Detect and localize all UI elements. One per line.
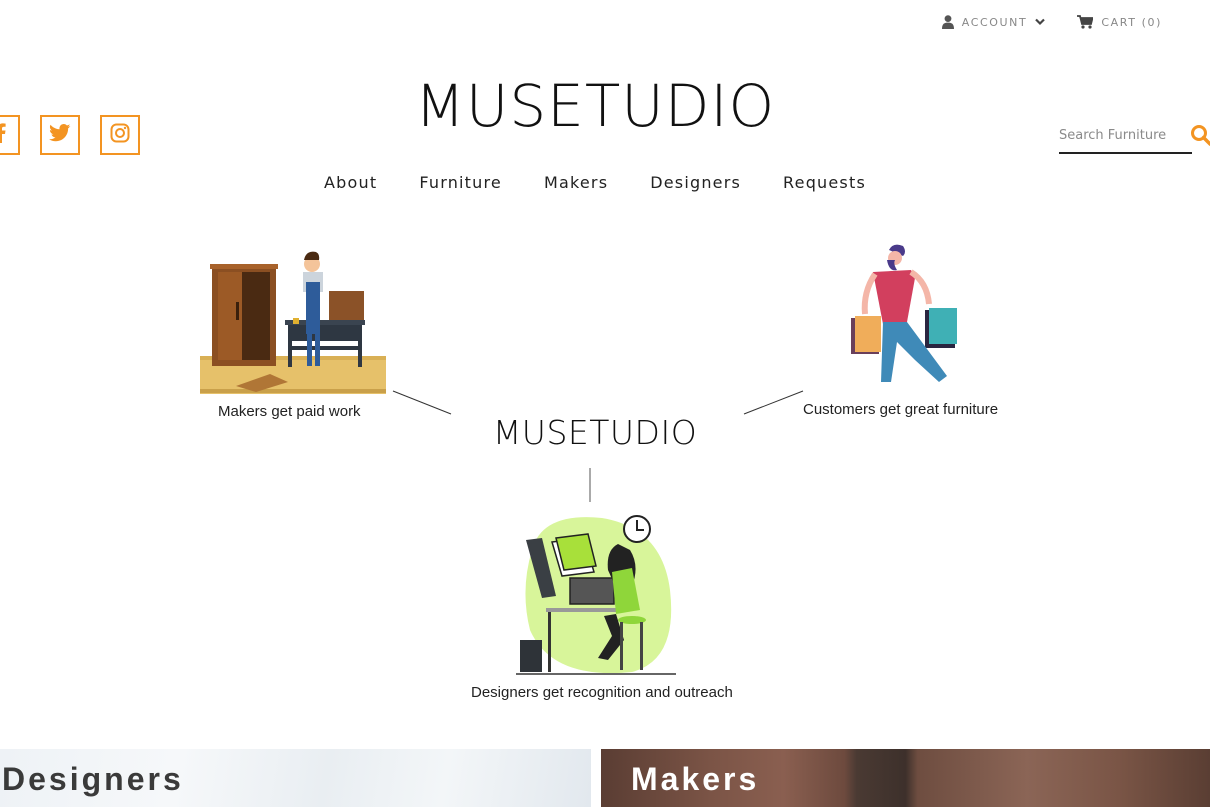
makers-banner[interactable]: Makers — [601, 749, 1210, 807]
user-icon — [941, 15, 954, 29]
chevron-down-icon — [1035, 18, 1046, 26]
search-input[interactable] — [1059, 118, 1179, 150]
connector-customers — [743, 390, 804, 415]
nav-item-designers[interactable]: Designers — [650, 173, 741, 192]
account-menu[interactable]: ACCOUNT — [941, 15, 1046, 29]
nav-item-furniture[interactable]: Furniture — [419, 173, 502, 192]
designers-caption: Designers get recognition and outreach — [471, 684, 733, 701]
cart-label: CART (0) — [1101, 15, 1162, 29]
maker-illustration — [200, 251, 386, 394]
center-logo: MUSETUDIO — [492, 413, 698, 452]
nav-item-makers[interactable]: Makers — [544, 173, 608, 192]
nav-item-requests[interactable]: Requests — [783, 173, 866, 192]
designers-banner[interactable]: Designers — [0, 749, 591, 807]
search-button[interactable] — [1190, 124, 1210, 151]
value-diagram: Makers get paid work Customers get great… — [0, 230, 1210, 730]
makers-banner-title: Makers — [631, 761, 760, 797]
utility-bar: ACCOUNT CART (0) — [941, 15, 1162, 29]
designer-illustration — [516, 515, 676, 675]
search-icon — [1190, 125, 1210, 150]
account-label: ACCOUNT — [961, 15, 1028, 29]
main-nav: About Furniture Makers Designers Request… — [0, 173, 1190, 192]
customer-illustration — [851, 244, 957, 382]
search-box — [1059, 118, 1192, 154]
designers-banner-title: Designers — [2, 761, 184, 797]
cart-link[interactable]: CART (0) — [1077, 15, 1162, 29]
nav-item-about[interactable]: About — [324, 173, 377, 192]
cart-icon — [1077, 15, 1094, 29]
connector-makers — [392, 390, 452, 415]
site-logo[interactable]: MUSETUDIO — [0, 72, 1190, 140]
